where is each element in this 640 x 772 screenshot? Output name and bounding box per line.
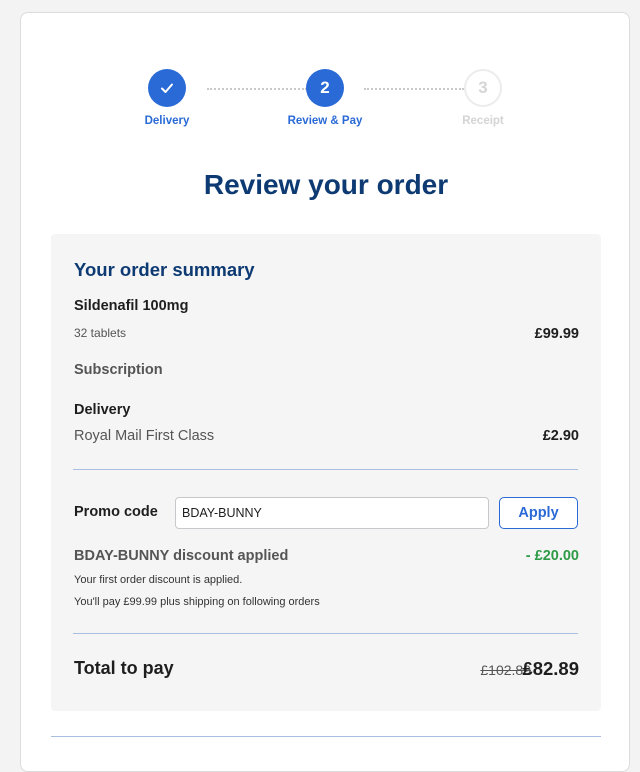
discount-amount: - £20.00	[525, 548, 579, 564]
discount-followup-note: You'll pay £99.99 plus shipping on follo…	[74, 596, 320, 608]
step-label: Receipt	[462, 115, 504, 127]
discount-applied-text: BDAY-BUNNY discount applied	[74, 548, 289, 564]
summary-title: Your order summary	[74, 259, 255, 280]
step-number: 3	[464, 69, 502, 107]
total-amount: £82.89	[522, 658, 579, 679]
divider	[73, 469, 578, 470]
delivery-method: Royal Mail First Class	[74, 428, 215, 444]
page-title: Review your order	[203, 169, 449, 200]
promo-code-label: Promo code	[74, 504, 158, 520]
divider	[51, 736, 601, 737]
promo-code-input[interactable]	[175, 497, 489, 529]
step-label: Delivery	[144, 115, 190, 127]
step-number: 2	[306, 69, 344, 107]
divider	[73, 633, 578, 634]
checkmark-icon	[148, 69, 186, 107]
product-name: Sildenafil 100mg	[74, 298, 189, 314]
order-summary-panel: Your order summary Sildenafil 100mg 32 t…	[51, 234, 601, 711]
step-receipt: 3 Receipt	[423, 69, 543, 127]
discount-note: Your first order discount is applied.	[74, 574, 243, 586]
step-label: Review & Pay	[287, 115, 363, 127]
apply-promo-button[interactable]: Apply	[499, 497, 578, 529]
step-review-pay: 2 Review & Pay	[265, 69, 385, 127]
subscription-label: Subscription	[74, 362, 163, 378]
product-price: £99.99	[534, 326, 579, 342]
delivery-label: Delivery	[74, 402, 131, 418]
checkout-stepper: Delivery 2 Review & Pay 3 Receipt	[21, 13, 631, 143]
delivery-price: £2.90	[542, 428, 579, 444]
product-quantity: 32 tablets	[74, 326, 127, 340]
step-delivery[interactable]: Delivery	[107, 69, 227, 127]
total-label: Total to pay	[74, 658, 174, 678]
checkout-card: Delivery 2 Review & Pay 3 Receipt Review…	[20, 12, 630, 772]
